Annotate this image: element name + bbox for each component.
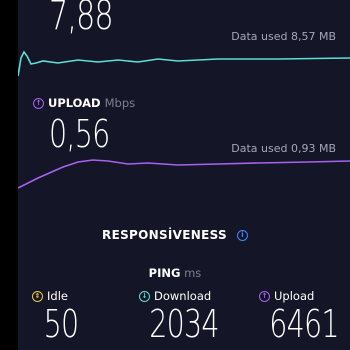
download-speed-value: 7,88 (49, 0, 114, 39)
ping-upload-label: Upload (274, 289, 315, 303)
idle-icon: ⇕ (32, 290, 43, 302)
upload-graph-line (18, 159, 350, 189)
arrow-up-circle-icon: ↑ (33, 97, 44, 109)
ping-unit: ms (184, 266, 202, 280)
ping-label: PING (148, 266, 181, 280)
upload-header: ↑ UPLOAD Mbps (33, 96, 135, 110)
download-graph-line (18, 50, 350, 77)
responsiveness-header: RESPONSİVENESS i (0, 228, 350, 242)
arrow-down-circle-icon: ↓ (139, 290, 150, 302)
upload-label: UPLOAD (48, 96, 101, 110)
left-edge (0, 0, 18, 350)
responsiveness-title: RESPONSİVENESS (102, 228, 227, 242)
ping-header: PING ms (0, 266, 350, 280)
upload-speed-value: 0,56 (49, 112, 110, 156)
ping-download-header: ↓ Download (139, 289, 211, 303)
ping-download-label: Download (154, 289, 212, 303)
ping-idle-label: Idle (47, 289, 68, 303)
ping-download-value: 2034 (149, 302, 219, 346)
download-speed-graph (18, 50, 350, 77)
info-icon[interactable]: i (236, 229, 248, 241)
ping-upload-header: ↑ Upload (259, 289, 314, 303)
ping-idle-value: 50 (43, 302, 80, 346)
upload-speed-graph (18, 159, 350, 189)
ping-idle-header: ⇕ Idle (32, 289, 68, 303)
ping-upload-value: 6461 (269, 302, 339, 346)
arrow-up-circle-icon: ↑ (259, 290, 270, 302)
upload-unit: Mbps (104, 96, 136, 110)
